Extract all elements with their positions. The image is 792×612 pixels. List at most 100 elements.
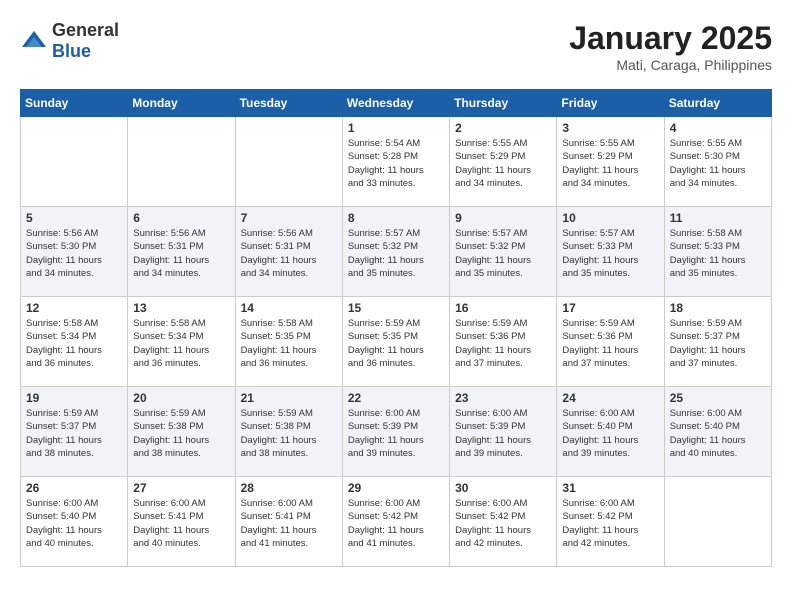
day-number: 31 <box>562 481 658 495</box>
day-number: 15 <box>348 301 444 315</box>
calendar-cell: 10 Sunrise: 5:57 AM Sunset: 5:33 PM Dayli… <box>557 207 664 297</box>
day-number: 13 <box>133 301 229 315</box>
cell-info: Sunrise: 6:00 AM Sunset: 5:41 PM Dayligh… <box>133 497 229 550</box>
cell-info: Sunrise: 5:59 AM Sunset: 5:37 PM Dayligh… <box>670 317 766 370</box>
cell-info: Sunrise: 5:54 AM Sunset: 5:28 PM Dayligh… <box>348 137 444 190</box>
cell-info: Sunrise: 5:57 AM Sunset: 5:33 PM Dayligh… <box>562 227 658 280</box>
day-number: 27 <box>133 481 229 495</box>
calendar-cell: 21 Sunrise: 5:59 AM Sunset: 5:38 PM Dayli… <box>235 387 342 477</box>
cell-info: Sunrise: 5:55 AM Sunset: 5:29 PM Dayligh… <box>455 137 551 190</box>
location: Mati, Caraga, Philippines <box>569 57 772 73</box>
day-number: 23 <box>455 391 551 405</box>
weekday-header-row: SundayMondayTuesdayWednesdayThursdayFrid… <box>21 90 772 117</box>
day-number: 12 <box>26 301 122 315</box>
logo-general: General <box>52 20 119 40</box>
day-number: 3 <box>562 121 658 135</box>
logo: General Blue <box>20 20 119 62</box>
calendar-cell: 29 Sunrise: 6:00 AM Sunset: 5:42 PM Dayli… <box>342 477 449 567</box>
day-number: 4 <box>670 121 766 135</box>
calendar-cell: 27 Sunrise: 6:00 AM Sunset: 5:41 PM Dayli… <box>128 477 235 567</box>
day-number: 24 <box>562 391 658 405</box>
calendar-cell: 20 Sunrise: 5:59 AM Sunset: 5:38 PM Dayli… <box>128 387 235 477</box>
day-number: 2 <box>455 121 551 135</box>
day-number: 6 <box>133 211 229 225</box>
day-number: 21 <box>241 391 337 405</box>
calendar-cell: 1 Sunrise: 5:54 AM Sunset: 5:28 PM Daylig… <box>342 117 449 207</box>
cell-info: Sunrise: 6:00 AM Sunset: 5:42 PM Dayligh… <box>455 497 551 550</box>
calendar-body: 1 Sunrise: 5:54 AM Sunset: 5:28 PM Daylig… <box>21 117 772 567</box>
cell-info: Sunrise: 5:57 AM Sunset: 5:32 PM Dayligh… <box>455 227 551 280</box>
calendar-cell <box>128 117 235 207</box>
day-number: 11 <box>670 211 766 225</box>
day-number: 19 <box>26 391 122 405</box>
calendar-cell <box>664 477 771 567</box>
cell-info: Sunrise: 6:00 AM Sunset: 5:40 PM Dayligh… <box>562 407 658 460</box>
day-number: 22 <box>348 391 444 405</box>
calendar-cell: 30 Sunrise: 6:00 AM Sunset: 5:42 PM Dayli… <box>450 477 557 567</box>
calendar-cell: 16Sunrise: 5:59 AM Sunset: 5:36 PM Dayli… <box>450 297 557 387</box>
cell-info: Sunrise: 5:56 AM Sunset: 5:30 PM Dayligh… <box>26 227 122 280</box>
calendar-cell <box>21 117 128 207</box>
day-number: 16 <box>455 301 551 315</box>
day-number: 7 <box>241 211 337 225</box>
day-number: 5 <box>26 211 122 225</box>
title-block: January 2025 Mati, Caraga, Philippines <box>569 20 772 73</box>
cell-info: Sunrise: 6:00 AM Sunset: 5:39 PM Dayligh… <box>455 407 551 460</box>
calendar-week-row: 12 Sunrise: 5:58 AM Sunset: 5:34 PM Dayli… <box>21 297 772 387</box>
calendar-cell: 2 Sunrise: 5:55 AM Sunset: 5:29 PM Daylig… <box>450 117 557 207</box>
calendar-cell: 24 Sunrise: 6:00 AM Sunset: 5:40 PM Dayli… <box>557 387 664 477</box>
day-number: 30 <box>455 481 551 495</box>
cell-info: Sunrise: 5:59 AM Sunset: 5:38 PM Dayligh… <box>133 407 229 460</box>
calendar-cell: 6Sunrise: 5:56 AM Sunset: 5:31 PM Daylig… <box>128 207 235 297</box>
day-number: 9 <box>455 211 551 225</box>
day-number: 17 <box>562 301 658 315</box>
calendar-week-row: 1 Sunrise: 5:54 AM Sunset: 5:28 PM Daylig… <box>21 117 772 207</box>
cell-info: Sunrise: 5:57 AM Sunset: 5:32 PM Dayligh… <box>348 227 444 280</box>
calendar-week-row: 5 Sunrise: 5:56 AM Sunset: 5:30 PM Daylig… <box>21 207 772 297</box>
calendar-table: SundayMondayTuesdayWednesdayThursdayFrid… <box>20 89 772 567</box>
calendar-cell: 18 Sunrise: 5:59 AM Sunset: 5:37 PM Dayli… <box>664 297 771 387</box>
cell-info: Sunrise: 6:00 AM Sunset: 5:42 PM Dayligh… <box>348 497 444 550</box>
calendar-cell: 28Sunrise: 6:00 AM Sunset: 5:41 PM Dayli… <box>235 477 342 567</box>
calendar-cell: 26 Sunrise: 6:00 AM Sunset: 5:40 PM Dayli… <box>21 477 128 567</box>
cell-info: Sunrise: 5:59 AM Sunset: 5:37 PM Dayligh… <box>26 407 122 460</box>
day-number: 10 <box>562 211 658 225</box>
calendar-cell <box>235 117 342 207</box>
weekday-header: Friday <box>557 90 664 117</box>
day-number: 14 <box>241 301 337 315</box>
calendar-cell: 22 Sunrise: 6:00 AM Sunset: 5:39 PM Dayli… <box>342 387 449 477</box>
cell-info: Sunrise: 5:58 AM Sunset: 5:34 PM Dayligh… <box>133 317 229 370</box>
cell-info: Sunrise: 5:55 AM Sunset: 5:29 PM Dayligh… <box>562 137 658 190</box>
cell-info: Sunrise: 5:58 AM Sunset: 5:35 PM Dayligh… <box>241 317 337 370</box>
day-number: 29 <box>348 481 444 495</box>
day-number: 1 <box>348 121 444 135</box>
cell-info: Sunrise: 5:59 AM Sunset: 5:36 PM Dayligh… <box>562 317 658 370</box>
day-number: 26 <box>26 481 122 495</box>
cell-info: Sunrise: 6:00 AM Sunset: 5:42 PM Dayligh… <box>562 497 658 550</box>
cell-info: Sunrise: 5:59 AM Sunset: 5:38 PM Dayligh… <box>241 407 337 460</box>
calendar-cell: 15 Sunrise: 5:59 AM Sunset: 5:35 PM Dayli… <box>342 297 449 387</box>
weekday-header: Saturday <box>664 90 771 117</box>
calendar-cell: 13 Sunrise: 5:58 AM Sunset: 5:34 PM Dayli… <box>128 297 235 387</box>
calendar-cell: 25Sunrise: 6:00 AM Sunset: 5:40 PM Dayli… <box>664 387 771 477</box>
weekday-header: Tuesday <box>235 90 342 117</box>
calendar-cell: 4Sunrise: 5:55 AM Sunset: 5:30 PM Daylig… <box>664 117 771 207</box>
calendar-cell: 14 Sunrise: 5:58 AM Sunset: 5:35 PM Dayli… <box>235 297 342 387</box>
calendar-week-row: 19 Sunrise: 5:59 AM Sunset: 5:37 PM Dayli… <box>21 387 772 477</box>
weekday-header: Thursday <box>450 90 557 117</box>
cell-info: Sunrise: 5:56 AM Sunset: 5:31 PM Dayligh… <box>241 227 337 280</box>
cell-info: Sunrise: 6:00 AM Sunset: 5:40 PM Dayligh… <box>26 497 122 550</box>
cell-info: Sunrise: 5:58 AM Sunset: 5:34 PM Dayligh… <box>26 317 122 370</box>
logo-blue: Blue <box>52 41 91 61</box>
weekday-header: Sunday <box>21 90 128 117</box>
calendar-header: SundayMondayTuesdayWednesdayThursdayFrid… <box>21 90 772 117</box>
weekday-header: Wednesday <box>342 90 449 117</box>
calendar-cell: 8Sunrise: 5:57 AM Sunset: 5:32 PM Daylig… <box>342 207 449 297</box>
day-number: 18 <box>670 301 766 315</box>
cell-info: Sunrise: 6:00 AM Sunset: 5:39 PM Dayligh… <box>348 407 444 460</box>
cell-info: Sunrise: 5:59 AM Sunset: 5:35 PM Dayligh… <box>348 317 444 370</box>
cell-info: Sunrise: 6:00 AM Sunset: 5:41 PM Dayligh… <box>241 497 337 550</box>
day-number: 20 <box>133 391 229 405</box>
calendar-week-row: 26 Sunrise: 6:00 AM Sunset: 5:40 PM Dayli… <box>21 477 772 567</box>
calendar-cell: 31 Sunrise: 6:00 AM Sunset: 5:42 PM Dayli… <box>557 477 664 567</box>
